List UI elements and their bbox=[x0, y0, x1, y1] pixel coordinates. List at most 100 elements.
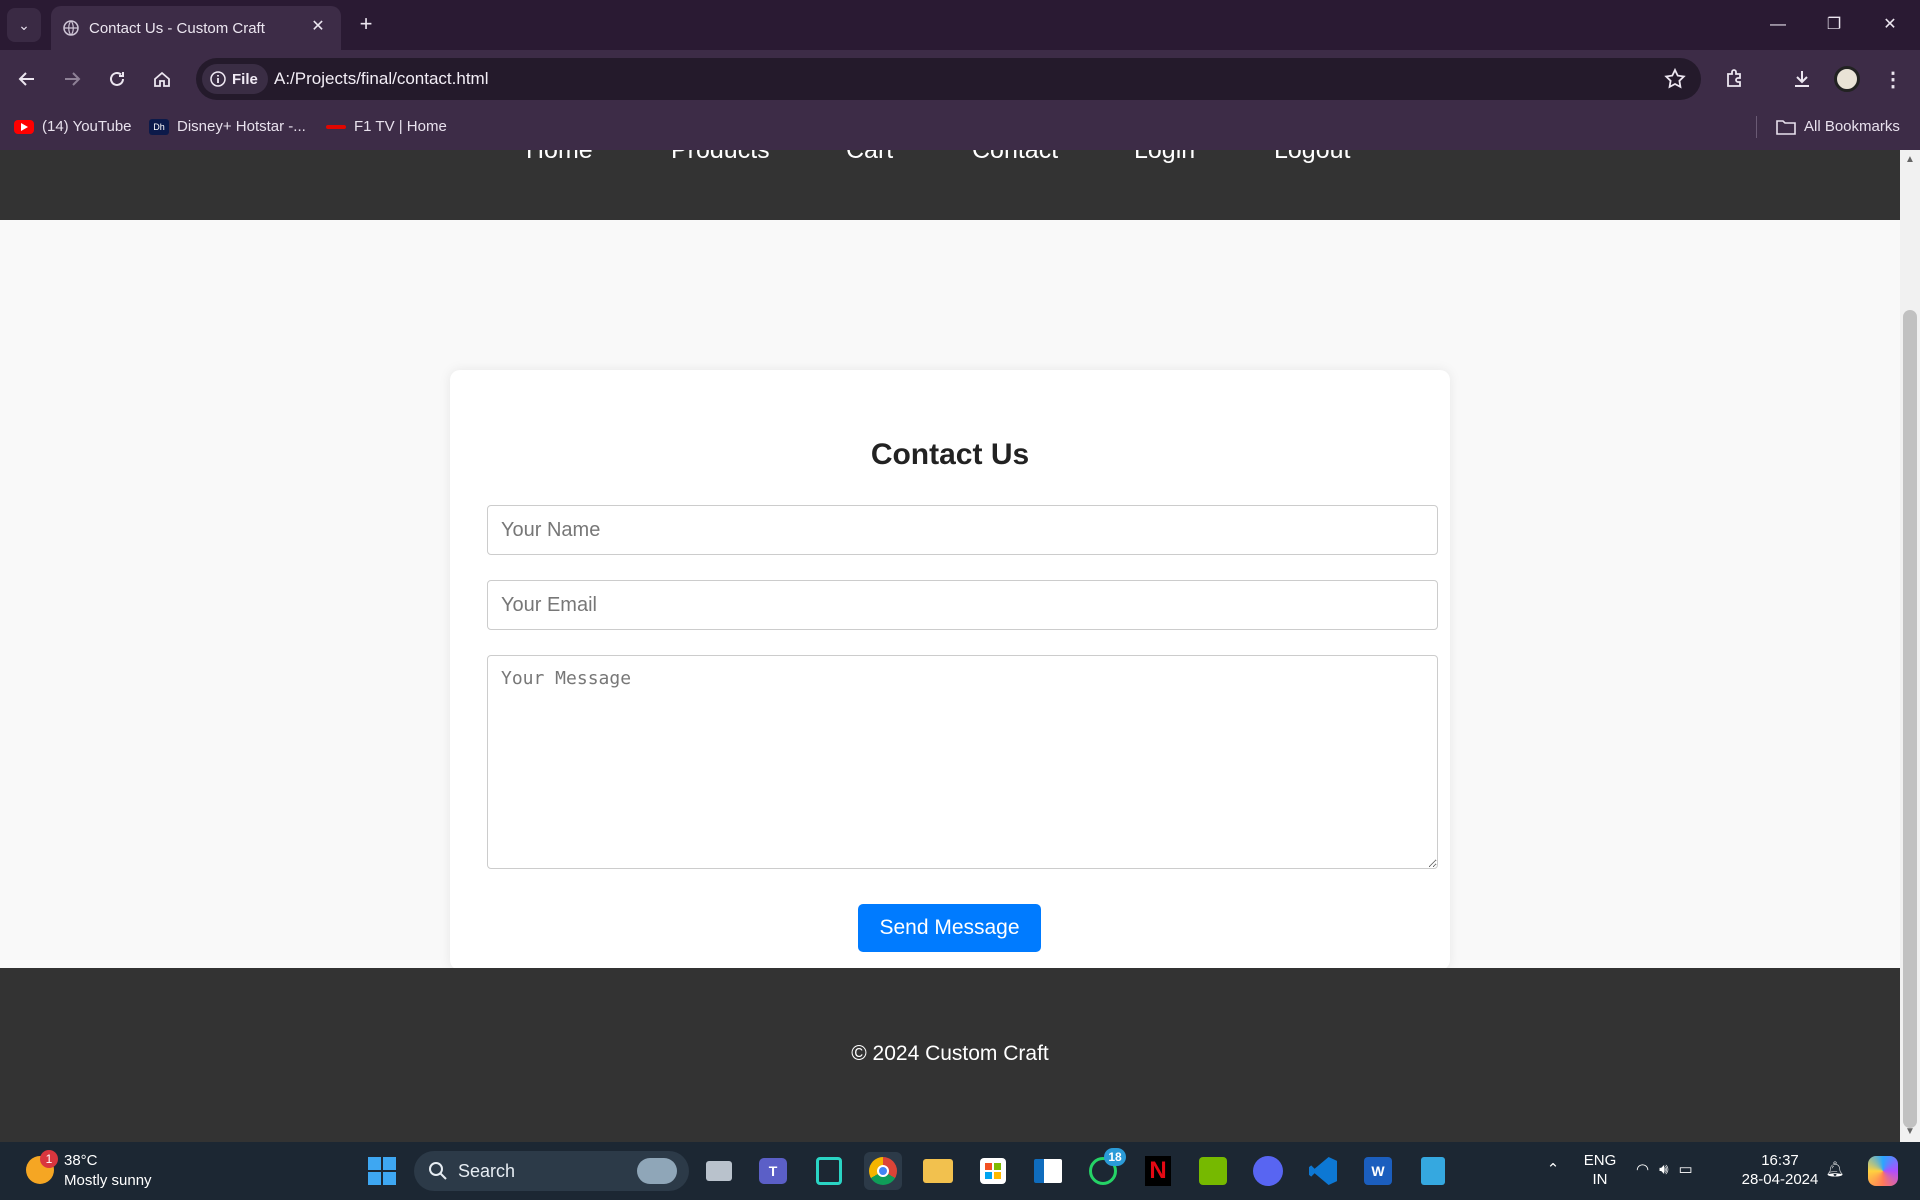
download-icon bbox=[1795, 71, 1809, 87]
bookmark-f1tv[interactable]: F1 TV | Home bbox=[326, 118, 447, 135]
forward-button[interactable] bbox=[55, 62, 89, 96]
folder-icon bbox=[923, 1159, 953, 1183]
clock[interactable]: 16:37 28-04-2024 bbox=[1730, 1151, 1830, 1189]
word-button[interactable]: W bbox=[1359, 1152, 1397, 1190]
extensions-button[interactable] bbox=[1718, 62, 1752, 96]
site-info-chip[interactable]: File bbox=[202, 64, 268, 94]
discord-button[interactable] bbox=[1249, 1152, 1287, 1190]
home-icon bbox=[154, 71, 170, 87]
browser-tab[interactable]: Contact Us - Custom Craft ✕ bbox=[51, 6, 341, 50]
show-hidden-icons-button[interactable]: ⌃ bbox=[1540, 1160, 1566, 1179]
teams-icon: T bbox=[759, 1158, 787, 1184]
notepad-button[interactable] bbox=[1414, 1152, 1452, 1190]
notifications-button[interactable]: 🔔︎ bbox=[1824, 1160, 1846, 1179]
reload-icon bbox=[110, 71, 124, 86]
globe-icon bbox=[63, 20, 79, 36]
search-icon bbox=[429, 1162, 447, 1180]
nav-link-cart[interactable]: Cart bbox=[846, 150, 893, 165]
weather-badge: 1 bbox=[40, 1150, 58, 1168]
back-button[interactable] bbox=[10, 62, 44, 96]
language-code: ENG bbox=[1583, 1152, 1617, 1169]
close-window-button[interactable]: ✕ bbox=[1862, 8, 1918, 42]
new-tab-button[interactable]: + bbox=[352, 10, 380, 38]
profile-button[interactable] bbox=[1830, 62, 1864, 96]
teams-button[interactable]: T bbox=[754, 1152, 792, 1190]
predator-sense-button[interactable] bbox=[810, 1152, 848, 1190]
nav-link-logout[interactable]: Logout bbox=[1274, 150, 1350, 165]
name-input[interactable] bbox=[487, 505, 1438, 555]
netflix-button[interactable]: N bbox=[1139, 1152, 1177, 1190]
news-app-button[interactable] bbox=[1029, 1152, 1067, 1190]
discord-icon bbox=[1253, 1156, 1283, 1186]
send-message-button[interactable]: Send Message bbox=[858, 904, 1041, 952]
page-scrollbar[interactable]: ▲ ▼ bbox=[1900, 150, 1920, 1142]
scroll-down-icon[interactable]: ▼ bbox=[1904, 1126, 1916, 1138]
bell-icon: 🔔︎ bbox=[1825, 1161, 1845, 1178]
home-button[interactable] bbox=[145, 62, 179, 96]
folder-icon bbox=[1776, 119, 1796, 135]
volume-icon: 🔊︎ bbox=[1659, 1161, 1669, 1178]
avatar bbox=[1834, 66, 1860, 92]
chrome-button[interactable] bbox=[864, 1152, 902, 1190]
arrow-right-icon bbox=[65, 72, 81, 86]
bookmark-hotstar[interactable]: Dh Disney+ Hotstar -... bbox=[149, 118, 306, 135]
notepad-icon bbox=[1421, 1157, 1445, 1185]
minimize-button[interactable]: — bbox=[1750, 8, 1806, 42]
taskbar-search[interactable]: Search bbox=[414, 1151, 689, 1191]
downloads-button[interactable] bbox=[1785, 62, 1819, 96]
info-icon bbox=[210, 71, 226, 87]
microsoft-store-button[interactable] bbox=[974, 1152, 1012, 1190]
all-bookmarks-button[interactable]: All Bookmarks bbox=[1776, 118, 1900, 135]
news-icon bbox=[1034, 1159, 1062, 1183]
bookmark-label: Disney+ Hotstar -... bbox=[177, 118, 306, 135]
puzzle-icon bbox=[1727, 69, 1741, 87]
windows-logo-icon bbox=[368, 1157, 396, 1185]
system-tray-status[interactable]: ◠ 🔊︎ ▭ bbox=[1636, 1160, 1716, 1179]
copyright-text: © 2024 Custom Craft bbox=[851, 1042, 1049, 1065]
search-label: Search bbox=[458, 1160, 516, 1181]
page-viewport: Home Products Cart Contact Login Logout … bbox=[0, 150, 1920, 1142]
nav-link-login[interactable]: Login bbox=[1134, 150, 1195, 165]
scroll-up-icon[interactable]: ▲ bbox=[1904, 154, 1916, 166]
file-explorer-button[interactable] bbox=[919, 1152, 957, 1190]
tab-title: Contact Us - Custom Craft bbox=[89, 20, 265, 37]
weather-widget[interactable]: 1 38°C Mostly sunny bbox=[22, 1150, 172, 1192]
nav-link-home[interactable]: Home bbox=[526, 150, 593, 165]
copilot-button[interactable] bbox=[1864, 1152, 1902, 1190]
bookmarks-bar: (14) YouTube Dh Disney+ Hotstar -... F1 … bbox=[0, 108, 1920, 150]
whatsapp-button[interactable]: 18 bbox=[1084, 1148, 1126, 1190]
chrome-icon bbox=[869, 1157, 897, 1185]
bookmark-star-icon[interactable] bbox=[1663, 67, 1687, 91]
copilot-icon bbox=[1868, 1156, 1898, 1186]
battery-icon: ▭ bbox=[1678, 1161, 1693, 1178]
task-view-button[interactable] bbox=[700, 1152, 738, 1190]
address-bar[interactable]: File A:/Projects/final/contact.html bbox=[196, 58, 1701, 100]
chevron-up-icon: ⌃ bbox=[1546, 1161, 1560, 1178]
bookmark-label: (14) YouTube bbox=[42, 118, 132, 135]
menu-button[interactable]: ⋮ bbox=[1876, 62, 1910, 96]
url-text: A:/Projects/final/contact.html bbox=[274, 69, 489, 88]
all-bookmarks-label: All Bookmarks bbox=[1804, 118, 1900, 135]
vscode-button[interactable] bbox=[1304, 1152, 1342, 1190]
nav-link-contact[interactable]: Contact bbox=[972, 150, 1058, 165]
start-button[interactable] bbox=[363, 1152, 401, 1190]
site-footer: © 2024 Custom Craft bbox=[0, 968, 1900, 1142]
restore-button[interactable]: ❐ bbox=[1806, 8, 1862, 42]
email-input[interactable] bbox=[487, 580, 1438, 630]
region-code: IN bbox=[1592, 1171, 1608, 1188]
taskbar bbox=[0, 1142, 1920, 1200]
bookmark-youtube[interactable]: (14) YouTube bbox=[14, 118, 132, 135]
nvidia-button[interactable] bbox=[1194, 1152, 1232, 1190]
arrow-left-icon bbox=[18, 72, 34, 86]
input-language-indicator[interactable]: ENG IN bbox=[1576, 1151, 1624, 1189]
bookmark-label: F1 TV | Home bbox=[354, 118, 447, 135]
wifi-icon: ◠ bbox=[1636, 1161, 1650, 1178]
nvidia-icon bbox=[1199, 1157, 1227, 1185]
tab-search-button[interactable]: ⌄ bbox=[7, 8, 41, 42]
message-textarea[interactable] bbox=[487, 655, 1438, 869]
reload-button[interactable] bbox=[100, 62, 134, 96]
close-tab-icon[interactable]: ✕ bbox=[305, 14, 331, 40]
scrollbar-thumb[interactable] bbox=[1903, 310, 1917, 1128]
vscode-icon bbox=[1309, 1157, 1337, 1185]
nav-link-products[interactable]: Products bbox=[671, 150, 770, 165]
